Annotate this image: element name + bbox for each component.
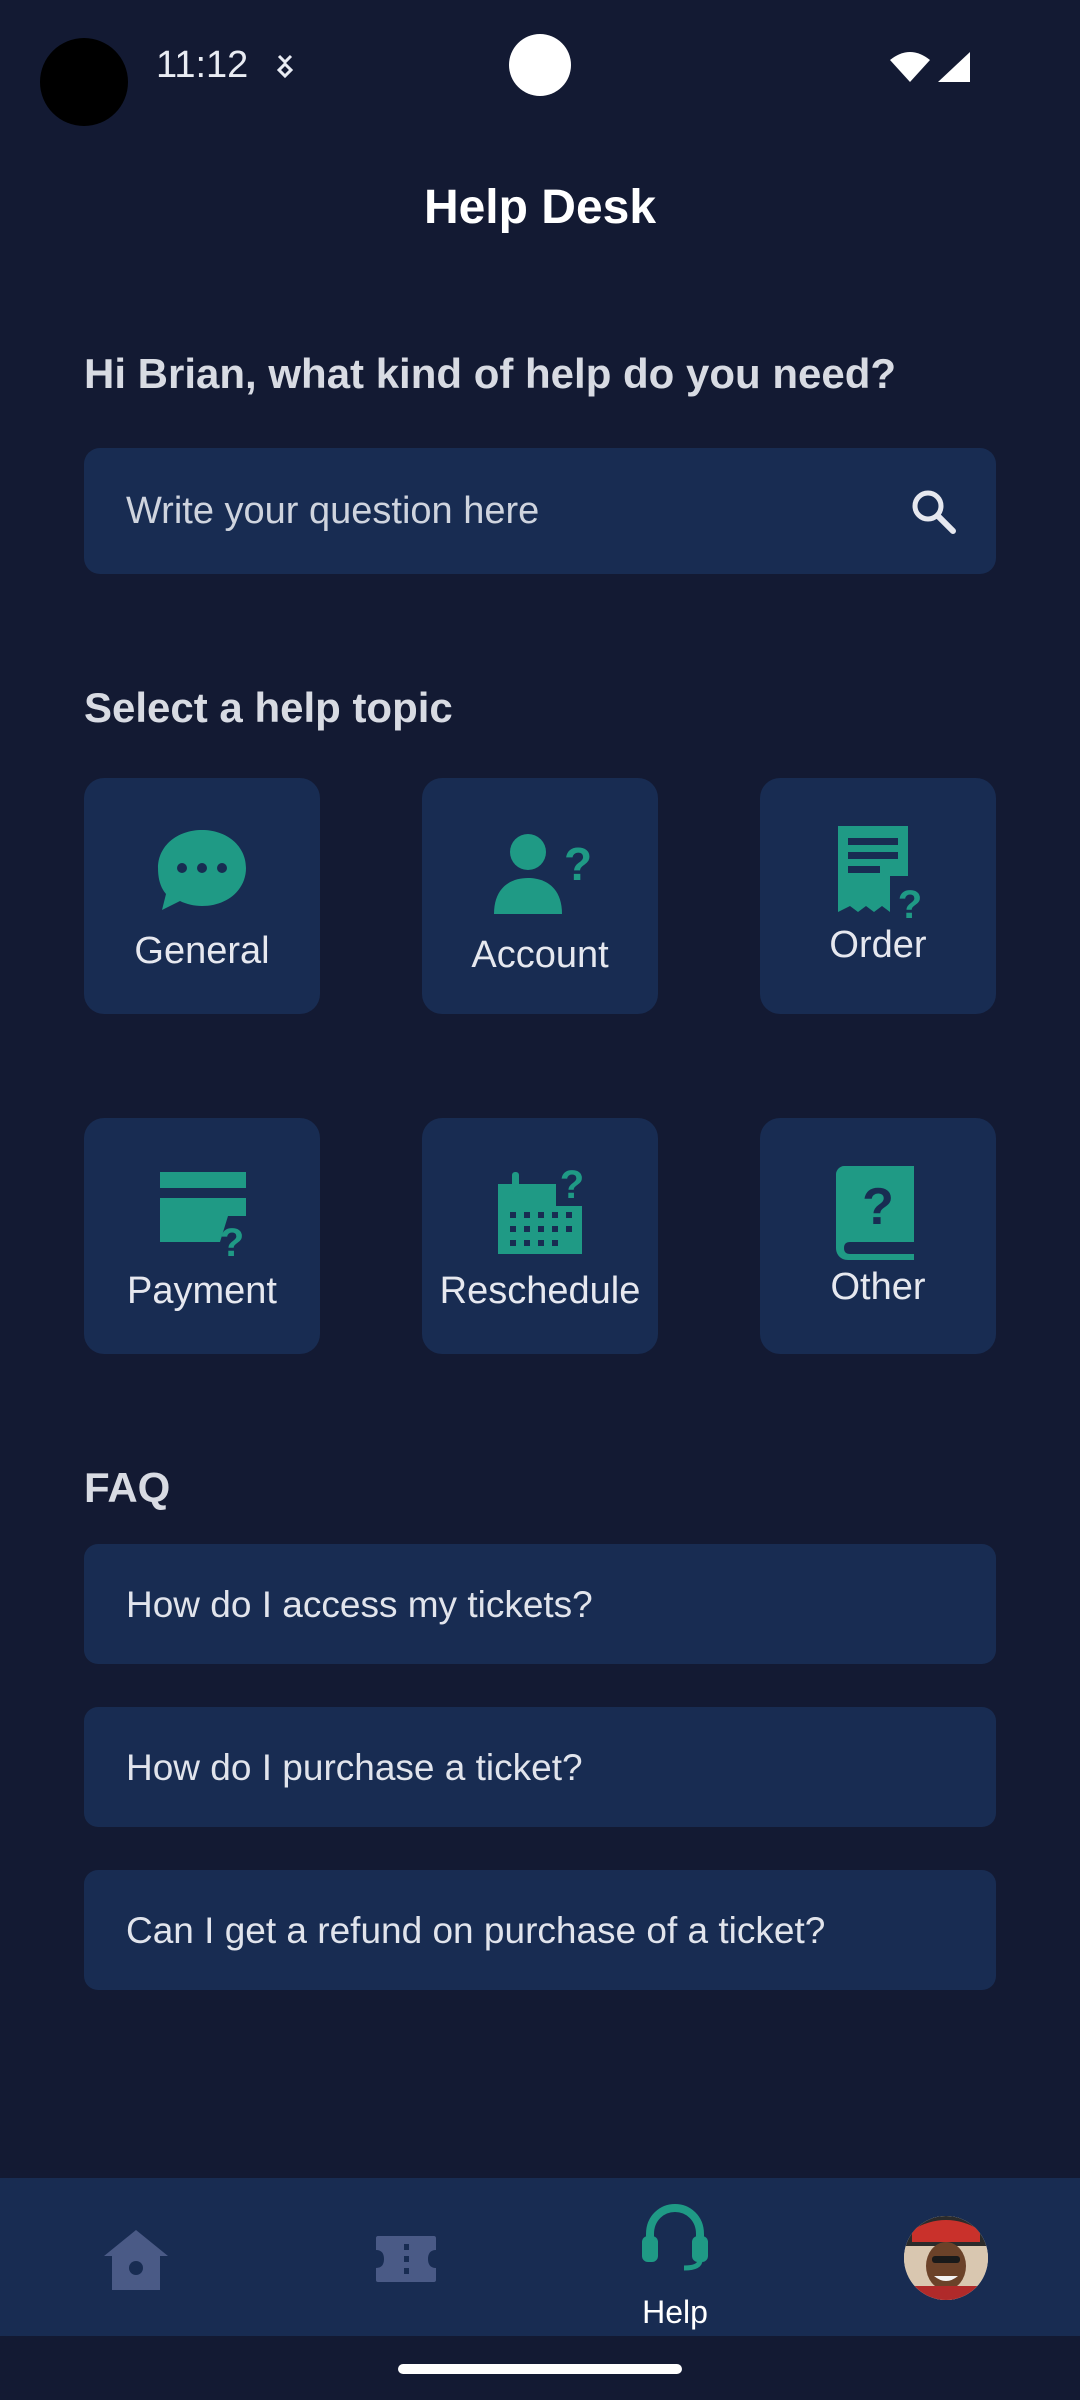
- topic-label: Other: [830, 1266, 926, 1308]
- profile-photo: [904, 2216, 988, 2300]
- topic-general[interactable]: General: [84, 778, 320, 1014]
- faq-item[interactable]: How do I purchase a ticket?: [84, 1707, 996, 1827]
- topic-account[interactable]: ? Account: [422, 778, 658, 1014]
- faq-question: How do I purchase a ticket?: [126, 1747, 583, 1788]
- headset-icon: [642, 2204, 708, 2271]
- topic-order[interactable]: ? Order: [760, 778, 996, 1014]
- book-question-icon: ?: [836, 1166, 914, 1260]
- topics-heading: Select a help topic: [84, 684, 453, 731]
- card-question-icon: ?: [160, 1172, 246, 1262]
- cellular-icon: [938, 52, 970, 82]
- user-question-icon: ?: [494, 834, 590, 914]
- svg-text:?: ?: [862, 1178, 894, 1236]
- bottom-navigation: Help: [0, 2178, 1080, 2336]
- home-indicator[interactable]: [398, 2364, 682, 2374]
- topic-label: Account: [471, 934, 609, 976]
- chat-bubble-icon: [158, 830, 246, 910]
- topic-other[interactable]: ? Other: [760, 1118, 996, 1354]
- camera-cutout: [509, 34, 571, 96]
- search-placeholder: Write your question here: [126, 490, 540, 532]
- ticket-icon: [376, 2236, 436, 2282]
- topic-label: Order: [829, 924, 927, 966]
- topic-label: Payment: [127, 1270, 277, 1312]
- status-time: 11:12: [156, 44, 249, 86]
- wifi-icon: [890, 52, 930, 82]
- topic-label: Reschedule: [439, 1270, 641, 1312]
- nav-home[interactable]: [0, 2178, 270, 2336]
- topic-label: General: [134, 930, 270, 972]
- faq-heading: FAQ: [84, 1464, 171, 1511]
- faq-question: Can I get a refund on purchase of a tick…: [126, 1910, 826, 1951]
- faq-question: How do I access my tickets?: [126, 1584, 593, 1625]
- greeting-text: Hi Brian, what kind of help do you need?: [84, 350, 897, 397]
- status-bar: 11:12: [0, 0, 1080, 130]
- search-input[interactable]: Write your question here: [84, 448, 996, 574]
- avatar[interactable]: [904, 2216, 988, 2300]
- svg-text:?: ?: [898, 883, 922, 922]
- nav-label: Help: [642, 2294, 708, 2330]
- search-icon[interactable]: [908, 486, 958, 536]
- svg-text:?: ?: [220, 1221, 244, 1262]
- home-icon: [104, 2230, 168, 2290]
- nav-tickets[interactable]: [270, 2178, 540, 2336]
- svg-text:?: ?: [564, 838, 590, 890]
- faq-item[interactable]: How do I access my tickets?: [84, 1544, 996, 1664]
- page-title: Help Desk: [423, 181, 657, 234]
- front-camera: [40, 38, 128, 126]
- topic-payment[interactable]: ? Payment: [84, 1118, 320, 1354]
- faq-item[interactable]: Can I get a refund on purchase of a tick…: [84, 1870, 996, 1990]
- receipt-question-icon: ?: [838, 826, 922, 922]
- notification-icon: [276, 54, 294, 79]
- topic-reschedule[interactable]: ? Reschedule: [422, 1118, 658, 1354]
- nav-help[interactable]: Help: [540, 2178, 810, 2336]
- svg-text:?: ?: [560, 1163, 584, 1207]
- calendar-question-icon: ?: [498, 1163, 584, 1254]
